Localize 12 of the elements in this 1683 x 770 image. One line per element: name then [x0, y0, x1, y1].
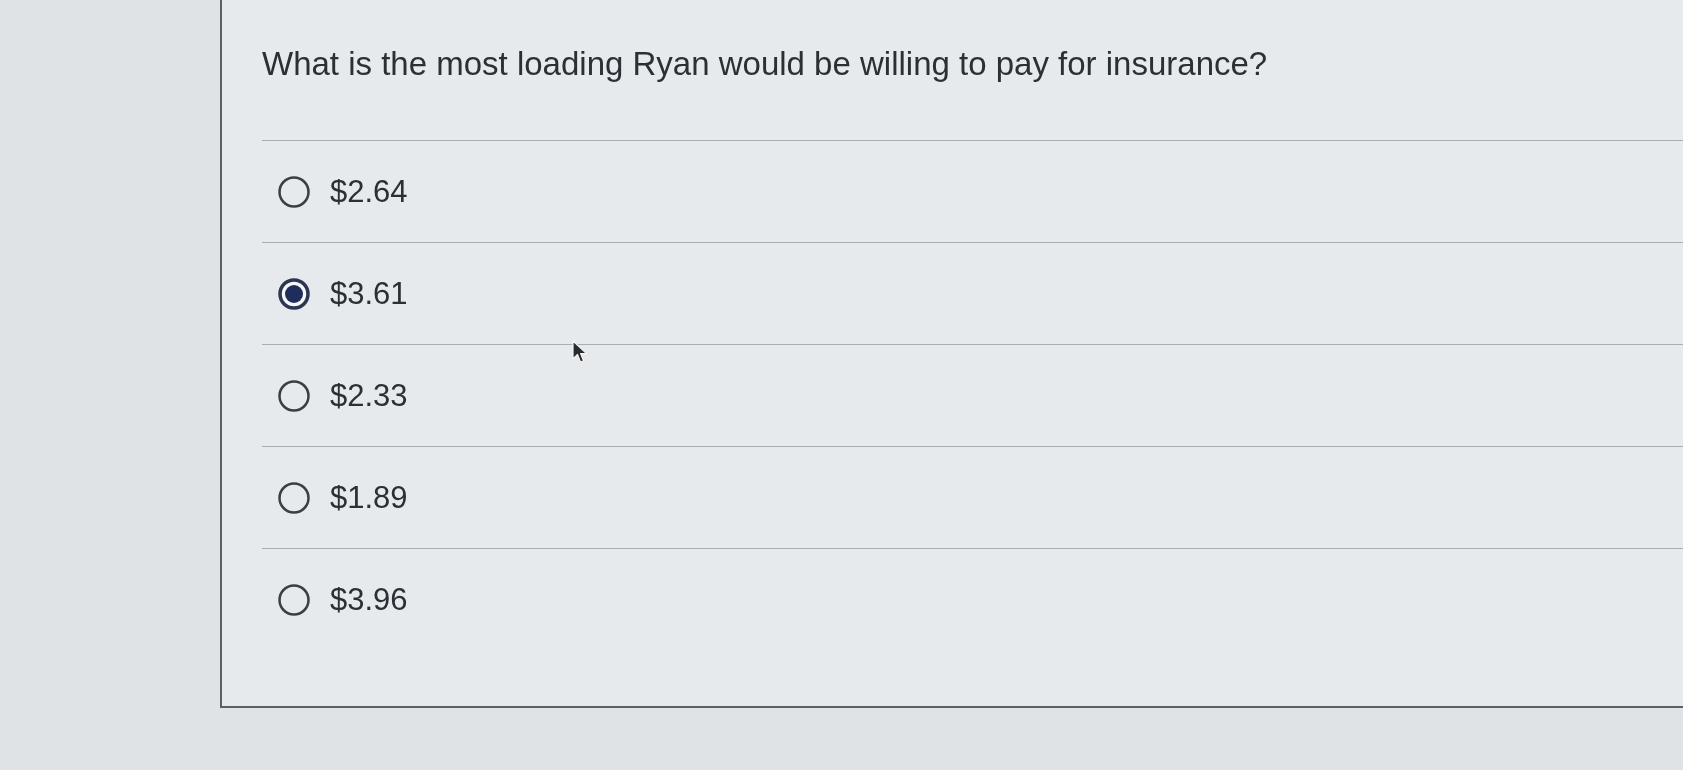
mouse-pointer-icon	[572, 340, 588, 364]
radio-button[interactable]	[278, 277, 310, 310]
radio-button[interactable]	[278, 175, 310, 208]
answer-option-text[interactable]: $3.61	[330, 274, 408, 313]
answer-option-text[interactable]: $2.64	[330, 172, 408, 211]
radio-button[interactable]	[278, 481, 310, 514]
radio-button[interactable]	[278, 584, 310, 616]
question-text: What is the most loading Ryan would be willing to pay for insurance?	[262, 0, 1683, 141]
radio-button[interactable]	[278, 379, 310, 412]
answer-option-text[interactable]: $1.89	[330, 478, 408, 517]
answer-option-text[interactable]: $2.33	[330, 376, 408, 415]
answer-option-text[interactable]: $3.96	[330, 581, 408, 619]
